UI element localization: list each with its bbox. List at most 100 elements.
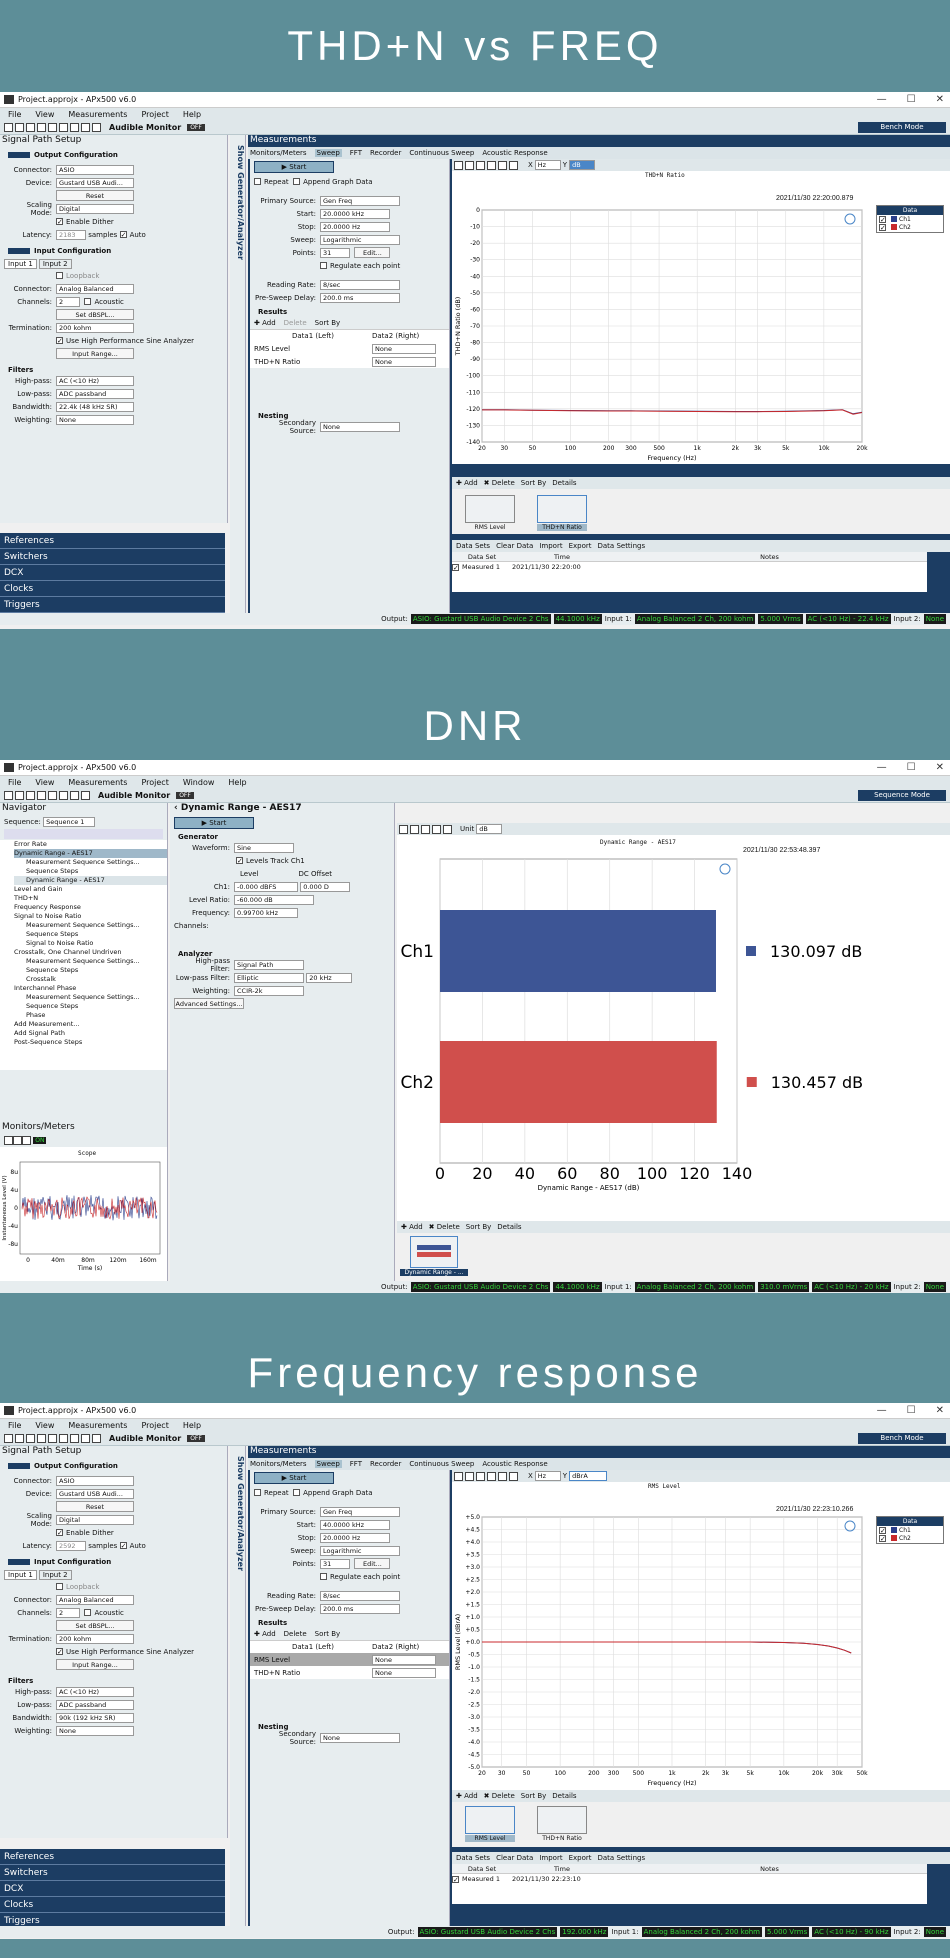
open-icon[interactable] (15, 1434, 24, 1443)
menu-view[interactable]: View (35, 110, 54, 119)
add-result-button[interactable]: ✚ Add (254, 1630, 276, 1638)
audible-monitor-toggle[interactable]: OFF (187, 124, 205, 131)
copy-icon[interactable] (443, 824, 452, 834)
highpass-select[interactable]: AC (<10 Hz) (56, 1686, 134, 1697)
bandwidth-select[interactable]: 22.4k (48 kHz SR) (56, 401, 134, 412)
ch1-checkbox[interactable] (879, 1526, 886, 1534)
latency-field[interactable]: 2183 (56, 229, 86, 240)
show-generator-tab[interactable]: Show Generator/Analyzer (230, 1446, 246, 1926)
delete-graph-button[interactable]: ✖ Delete (429, 1223, 460, 1231)
termination-select[interactable]: 200 kohm (56, 322, 134, 333)
loopback-checkbox[interactable] (56, 272, 63, 279)
advanced-settings-button[interactable]: Advanced Settings... (174, 998, 244, 1009)
acoustic-checkbox[interactable] (84, 1609, 92, 1616)
thumb-rms[interactable] (465, 495, 515, 523)
tab-fft[interactable]: FFT (350, 149, 362, 157)
tab-recorder[interactable]: Recorder (370, 149, 401, 157)
menu-project[interactable]: Project (141, 110, 168, 119)
navigator-item[interactable]: Signal to Noise Ratio (14, 912, 167, 921)
monitor-on-toggle[interactable]: ON (33, 1137, 47, 1144)
navigator-item[interactable]: Sequence Steps (14, 930, 167, 939)
add-graph-button[interactable]: ✚ Add (456, 479, 478, 487)
points-field[interactable]: 31 (320, 1558, 350, 1569)
save-icon[interactable] (26, 123, 35, 132)
y-unit-select[interactable]: dB (569, 160, 596, 170)
zoom-icon[interactable] (454, 160, 463, 170)
help-icon[interactable] (92, 123, 101, 132)
sort-by-button[interactable]: Sort By (315, 1630, 341, 1638)
delete-graph-button[interactable]: ✖ Delete (484, 479, 515, 487)
navigator-item[interactable]: Measurement Sequence Settings... (14, 993, 167, 1002)
scaling-select[interactable]: Digital (56, 203, 134, 214)
result-thdn-ratio[interactable]: THD+N Ratio (254, 358, 372, 366)
waveform-select[interactable]: Sine (234, 842, 294, 853)
sort-by-button[interactable]: Sort By (315, 319, 341, 327)
help-icon[interactable] (92, 1434, 101, 1443)
meter-icon[interactable] (4, 1136, 13, 1145)
navigator-item[interactable]: Signal to Noise Ratio (14, 939, 167, 948)
pan-icon[interactable] (465, 1471, 474, 1481)
zoom-icon[interactable] (399, 824, 408, 834)
tab-recorder[interactable]: Recorder (370, 1460, 401, 1468)
edit-button[interactable]: Edit... (354, 247, 391, 258)
navigator-item[interactable]: Dynamic Range - AES17 (14, 849, 167, 858)
navigator-item[interactable]: Post-Sequence Steps (14, 1038, 167, 1047)
settings-icon[interactable] (81, 123, 90, 132)
export-icon[interactable] (509, 160, 518, 170)
save-icon[interactable] (26, 1434, 35, 1443)
rms-data2-select[interactable]: None (372, 343, 436, 354)
thumb-rms[interactable] (465, 1806, 515, 1834)
dataset-name[interactable]: Measured 1 (462, 563, 512, 571)
result-rms-level[interactable]: RMS Level (254, 345, 372, 353)
channels-field[interactable]: 2 (56, 1607, 80, 1618)
open-icon[interactable] (15, 791, 24, 800)
navigator-item[interactable]: THD+N (14, 894, 167, 903)
clear-data-button[interactable]: Clear Data (496, 1854, 533, 1862)
y-unit-select[interactable]: dBrA (569, 1471, 608, 1481)
details-button[interactable]: Details (552, 1792, 576, 1800)
nav-references[interactable]: References (0, 533, 225, 549)
repeat-checkbox[interactable] (254, 1489, 261, 1496)
export-button[interactable]: Export (569, 1854, 592, 1862)
lp-freq-field[interactable]: 20 kHz (306, 972, 353, 983)
maximize-icon[interactable]: ☐ (907, 1405, 916, 1416)
navigator-item[interactable]: Crosstalk (14, 975, 167, 984)
x-unit-select[interactable]: Hz (534, 160, 561, 170)
freq-field[interactable]: 0.99700 kHz (234, 907, 298, 918)
levels-track-checkbox[interactable] (236, 857, 243, 864)
regulate-checkbox[interactable] (320, 262, 327, 269)
print-icon[interactable] (48, 123, 57, 132)
nav-dcx[interactable]: DCX (0, 1881, 225, 1897)
loopback-checkbox[interactable] (56, 1583, 63, 1590)
new-icon[interactable] (4, 1434, 13, 1443)
result-rms-level[interactable]: RMS Level (254, 1656, 372, 1664)
set-dbspl-button[interactable]: Set dBSPL... (56, 309, 134, 320)
minimize-icon[interactable]: — (877, 1405, 887, 1416)
grid-icon[interactable] (432, 824, 441, 834)
zoom-icon[interactable] (454, 1471, 463, 1481)
navigator-item[interactable]: Interchannel Phase (14, 984, 167, 993)
device-select[interactable]: Gustard USB Audi... (56, 177, 134, 188)
tab-sweep[interactable]: Sweep (314, 1460, 342, 1468)
latency-field[interactable]: 2592 (56, 1540, 86, 1551)
bench-mode-button[interactable]: Bench Mode (858, 1433, 946, 1444)
navigator-item[interactable]: Crosstalk, One Channel Undriven (14, 948, 167, 957)
tab-input2[interactable]: Input 2 (38, 259, 72, 269)
thumb-dnr[interactable] (410, 1236, 458, 1268)
save-icon[interactable] (26, 791, 35, 800)
navigator-item[interactable]: Level and Gain (14, 885, 167, 894)
menu-view[interactable]: View (35, 1421, 54, 1430)
ratio-field[interactable]: -60.000 dB (234, 894, 314, 905)
tab-monitors[interactable]: Monitors/Meters (250, 149, 307, 157)
menu-window[interactable]: Window (183, 778, 215, 787)
grid-icon[interactable] (487, 160, 496, 170)
result-thdn-ratio[interactable]: THD+N Ratio (254, 1669, 372, 1677)
unit-select[interactable]: dB (476, 824, 503, 834)
cursor-icon[interactable] (476, 1471, 485, 1481)
reset-button[interactable]: Reset (56, 190, 134, 201)
minimize-icon[interactable]: — (877, 762, 887, 773)
dataset-name[interactable]: Measured 1 (462, 1875, 512, 1883)
tab-input2[interactable]: Input 2 (38, 1570, 72, 1580)
start-field[interactable]: 20.0000 kHz (320, 208, 390, 219)
navigator-item[interactable]: Frequency Response (14, 903, 167, 912)
